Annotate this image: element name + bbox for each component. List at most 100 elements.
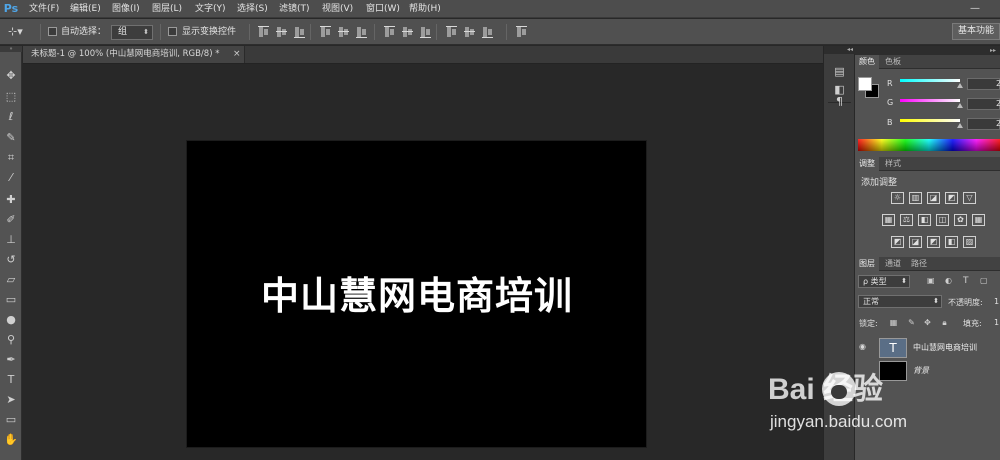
close-tab-icon[interactable]: × <box>233 46 243 63</box>
vibrance-icon[interactable]: ▽ <box>963 192 976 204</box>
curves-icon[interactable]: ◪ <box>927 192 940 204</box>
align-right-edges-icon[interactable] <box>356 26 367 38</box>
color-balance-icon[interactable]: ⚖ <box>900 214 913 226</box>
tab-styles[interactable]: 样式 <box>881 157 905 171</box>
blend-mode-dropdown[interactable]: 正常 ⬍ <box>858 295 942 308</box>
hand-tool-icon[interactable]: ✋ <box>3 432 19 448</box>
menu-image[interactable]: 图像(I) <box>112 0 140 18</box>
collapse-panels-icon[interactable]: ▸▸ <box>855 46 1000 55</box>
auto-align-icon[interactable] <box>516 26 527 38</box>
tab-layers[interactable]: 图层 <box>855 257 879 271</box>
canvas-text-layer[interactable]: 中山慧网电商培训 <box>247 271 587 321</box>
dodge-tool-icon[interactable]: ⚲ <box>3 332 19 348</box>
document-tab[interactable]: 未标题-1 @ 100% (中山慧网电商培训, RGB/8) * <box>23 46 245 63</box>
hue-saturation-icon[interactable]: ▦ <box>882 214 895 226</box>
selective-color-icon[interactable]: ▨ <box>963 236 976 248</box>
lock-position-icon[interactable]: ✥ <box>923 318 932 327</box>
exposure-icon[interactable]: ◩ <box>945 192 958 204</box>
black-white-icon[interactable]: ◧ <box>918 214 931 226</box>
minimize-button[interactable]: — <box>970 2 980 16</box>
fill-value[interactable]: 1 <box>994 318 999 327</box>
history-brush-tool-icon[interactable]: ↺ <box>3 252 19 268</box>
tab-paths[interactable]: 路径 <box>907 257 931 271</box>
opacity-value[interactable]: 1 <box>994 297 999 306</box>
distribute-hcenter-icon[interactable] <box>464 26 475 38</box>
gradient-tool-icon[interactable]: ▭ <box>3 292 19 308</box>
filter-adjustment-icon[interactable]: ◐ <box>945 275 955 287</box>
move-tool-preset-icon[interactable]: ⊹▾ <box>8 24 36 40</box>
distribute-left-icon[interactable] <box>446 26 457 38</box>
blur-tool-icon[interactable]: ● <box>3 312 19 328</box>
invert-icon[interactable]: ◩ <box>891 236 904 248</box>
menu-filter[interactable]: 滤镜(T) <box>279 0 310 18</box>
green-value-field[interactable]: 255 <box>967 98 1000 110</box>
distribute-vcenter-icon[interactable] <box>402 26 413 38</box>
blue-slider-thumb[interactable] <box>957 123 963 128</box>
menu-window[interactable]: 窗口(W) <box>366 0 400 18</box>
tab-adjustments[interactable]: 调整 <box>855 157 879 171</box>
red-slider[interactable] <box>900 79 960 82</box>
align-bottom-edges-icon[interactable] <box>294 26 305 38</box>
type-tool-icon[interactable]: T <box>3 372 19 388</box>
tab-color[interactable]: 颜色 <box>855 55 879 69</box>
tab-swatches[interactable]: 色板 <box>881 55 905 69</box>
align-horizontal-centers-icon[interactable] <box>338 26 349 38</box>
eyedropper-tool-icon[interactable]: ⁄ <box>3 170 19 186</box>
pen-tool-icon[interactable]: ✒ <box>3 352 19 368</box>
levels-icon[interactable]: ▥ <box>909 192 922 204</box>
posterize-icon[interactable]: ◪ <box>909 236 922 248</box>
lasso-tool-icon[interactable]: ℓ <box>3 109 19 125</box>
paragraph-panel-icon[interactable]: ¶ <box>831 94 848 110</box>
menu-file[interactable]: 文件(F) <box>29 0 59 18</box>
photo-filter-icon[interactable]: ◫ <box>936 214 949 226</box>
layer-filter-dropdown[interactable]: ρ 类型 ⬍ <box>858 275 910 288</box>
marquee-tool-icon[interactable]: ⬚ <box>3 89 19 105</box>
history-panel-icon[interactable]: ▤ <box>831 64 848 80</box>
collapse-dock-icon[interactable]: ◂◂ <box>824 46 855 54</box>
menu-type[interactable]: 文字(Y) <box>195 0 226 18</box>
lock-all-icon[interactable]: 🔒︎ <box>940 318 949 327</box>
visibility-eye-icon[interactable]: ◉ <box>859 342 869 352</box>
color-lookup-icon[interactable]: ▦ <box>972 214 985 226</box>
auto-select-checkbox[interactable] <box>48 27 57 36</box>
auto-select-dropdown[interactable]: 组 ⬍ <box>111 25 153 40</box>
distribute-top-icon[interactable] <box>384 26 395 38</box>
tab-channels[interactable]: 通道 <box>881 257 905 271</box>
green-slider-thumb[interactable] <box>957 103 963 108</box>
layer-row-text[interactable]: ◉ T 中山慧网电商培训 <box>855 337 1000 359</box>
filter-pixel-icon[interactable]: ▣ <box>927 275 937 287</box>
brightness-contrast-icon[interactable]: ☼ <box>891 192 904 204</box>
menu-select[interactable]: 选择(S) <box>237 0 268 18</box>
menu-layer[interactable]: 图层(L) <box>152 0 182 18</box>
foreground-color-swatch[interactable] <box>858 77 872 91</box>
menu-edit[interactable]: 编辑(E) <box>70 0 101 18</box>
red-slider-thumb[interactable] <box>957 83 963 88</box>
clone-stamp-tool-icon[interactable]: ⊥ <box>3 232 19 248</box>
green-slider[interactable] <box>900 99 960 102</box>
menu-help[interactable]: 帮助(H) <box>409 0 441 18</box>
threshold-icon[interactable]: ◩ <box>927 236 940 248</box>
quick-selection-tool-icon[interactable]: ✎ <box>3 130 19 146</box>
workspace-switcher-button[interactable]: 基本功能 <box>952 23 1000 40</box>
show-transform-checkbox[interactable] <box>168 27 177 36</box>
gradient-map-icon[interactable]: ◧ <box>945 236 958 248</box>
align-left-edges-icon[interactable] <box>320 26 331 38</box>
align-vertical-centers-icon[interactable] <box>276 26 287 38</box>
align-top-edges-icon[interactable] <box>258 26 269 38</box>
eraser-tool-icon[interactable]: ▱ <box>3 272 19 288</box>
red-value-field[interactable]: 255 <box>967 78 1000 90</box>
menu-view[interactable]: 视图(V) <box>322 0 353 18</box>
collapse-tools-icon[interactable]: » <box>0 46 22 52</box>
blue-slider[interactable] <box>900 119 960 122</box>
rectangle-tool-icon[interactable]: ▭ <box>3 412 19 428</box>
path-selection-tool-icon[interactable]: ➤ <box>3 392 19 408</box>
channel-mixer-icon[interactable]: ✿ <box>954 214 967 226</box>
brush-tool-icon[interactable]: ✐ <box>3 212 19 228</box>
distribute-right-icon[interactable] <box>482 26 493 38</box>
crop-tool-icon[interactable]: ⌗ <box>3 150 19 166</box>
filter-shape-icon[interactable]: ▢ <box>980 275 990 287</box>
filter-type-icon[interactable]: T <box>963 275 973 287</box>
lock-pixels-icon[interactable]: ✎ <box>907 318 916 327</box>
distribute-bottom-icon[interactable] <box>420 26 431 38</box>
move-tool-icon[interactable]: ✥ <box>3 68 19 84</box>
